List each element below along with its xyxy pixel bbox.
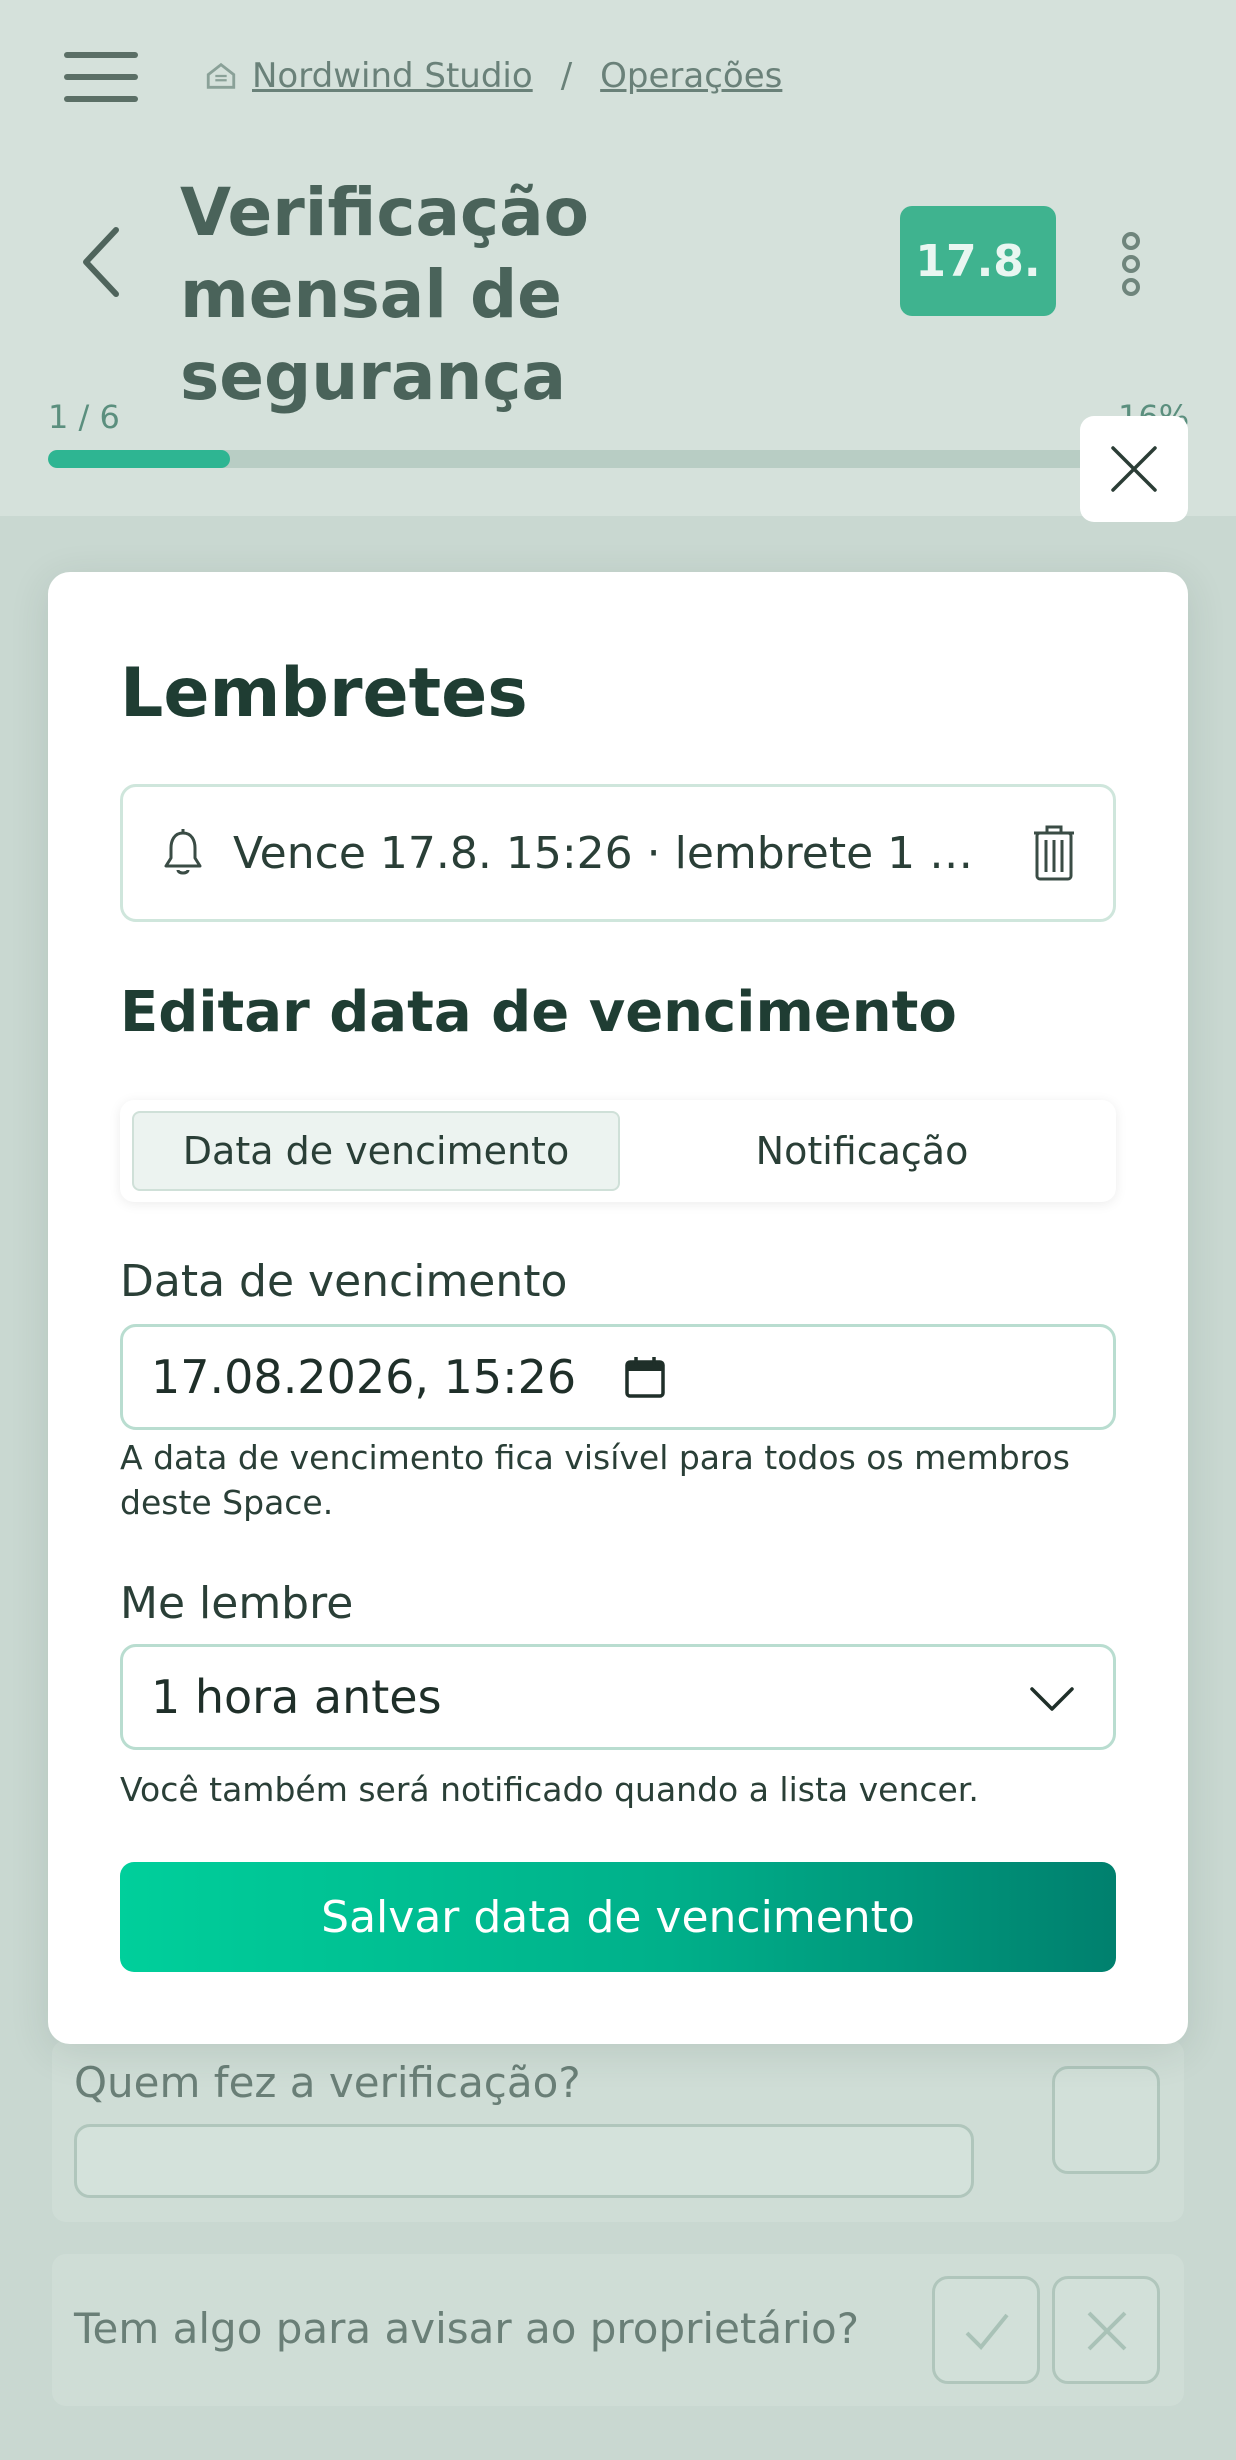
chevron-down-icon: [1030, 1687, 1074, 1711]
due-date-badge[interactable]: 17.8.: [900, 206, 1056, 316]
due-date-input[interactable]: 17.08.2026, 15:26: [120, 1324, 1116, 1430]
notify-owner-no-button[interactable]: [1052, 2276, 1160, 2384]
remind-me-hint: Você também será notificado quando a lis…: [120, 1770, 979, 1809]
who-checked-card: Quem fez a verificação?: [52, 2040, 1184, 2222]
tab-notification[interactable]: Notificação: [620, 1111, 1104, 1191]
breadcrumb-separator: /: [560, 56, 573, 96]
progress-bar: [48, 450, 1188, 468]
breadcrumb-workspace-link[interactable]: Nordwind Studio: [252, 56, 533, 96]
kebab-menu-icon[interactable]: [1122, 232, 1142, 296]
close-button[interactable]: [1080, 416, 1188, 522]
notify-owner-card: Tem algo para avisar ao proprietário?: [52, 2254, 1184, 2406]
tab-due-date[interactable]: Data de vencimento: [132, 1111, 620, 1191]
calendar-icon[interactable]: [624, 1355, 666, 1399]
trash-icon[interactable]: [1031, 824, 1077, 882]
back-arrow-icon[interactable]: [76, 222, 126, 302]
checkmark-icon: [965, 2313, 1009, 2350]
who-checked-checkbox[interactable]: [1052, 2066, 1160, 2174]
page-title: Verificação mensal de segurança: [180, 174, 589, 415]
reminder-item[interactable]: Vence 17.8. 15:26 · lembrete 1 hora ante…: [120, 784, 1116, 922]
who-checked-label: Quem fez a verificação?: [74, 2058, 581, 2107]
due-date-value: 17.08.2026, 15:26: [151, 1350, 577, 1404]
x-icon: [1087, 2311, 1127, 2351]
due-date-label: Data de vencimento: [120, 1256, 568, 1307]
reminder-text: Vence 17.8. 15:26 · lembrete 1 hora ante…: [233, 827, 991, 879]
reminders-modal: Lembretes Vence 17.8. 15:26 · lembrete 1…: [48, 572, 1188, 2044]
remind-me-label: Me lembre: [120, 1578, 354, 1629]
notify-owner-label: Tem algo para avisar ao proprietário?: [74, 2304, 860, 2353]
progress-count: 1 / 6: [48, 398, 120, 436]
page-header: Nordwind Studio / Operações Verificação …: [0, 0, 1236, 516]
remind-me-select[interactable]: 1 hora antes: [120, 1644, 1116, 1750]
bell-icon: [164, 829, 202, 875]
modal-title: Lembretes: [120, 654, 528, 733]
breadcrumb: Nordwind Studio / Operações: [204, 56, 782, 96]
who-checked-input[interactable]: [74, 2124, 974, 2198]
due-date-hint: A data de vencimento fica visível para t…: [120, 1438, 1070, 1522]
close-icon: [1111, 446, 1157, 492]
section-title: Editar data de vencimento: [120, 980, 957, 1045]
notify-owner-yes-button[interactable]: [932, 2276, 1040, 2384]
breadcrumb-section-link[interactable]: Operações: [600, 56, 782, 96]
progress-bar-fill: [48, 450, 231, 468]
save-due-date-button[interactable]: Salvar data de vencimento: [120, 1862, 1116, 1972]
due-date-tabs: Data de vencimento Notificação: [120, 1100, 1116, 1202]
hamburger-icon[interactable]: [64, 52, 138, 102]
home-icon: [206, 62, 236, 89]
remind-me-value: 1 hora antes: [151, 1670, 442, 1724]
